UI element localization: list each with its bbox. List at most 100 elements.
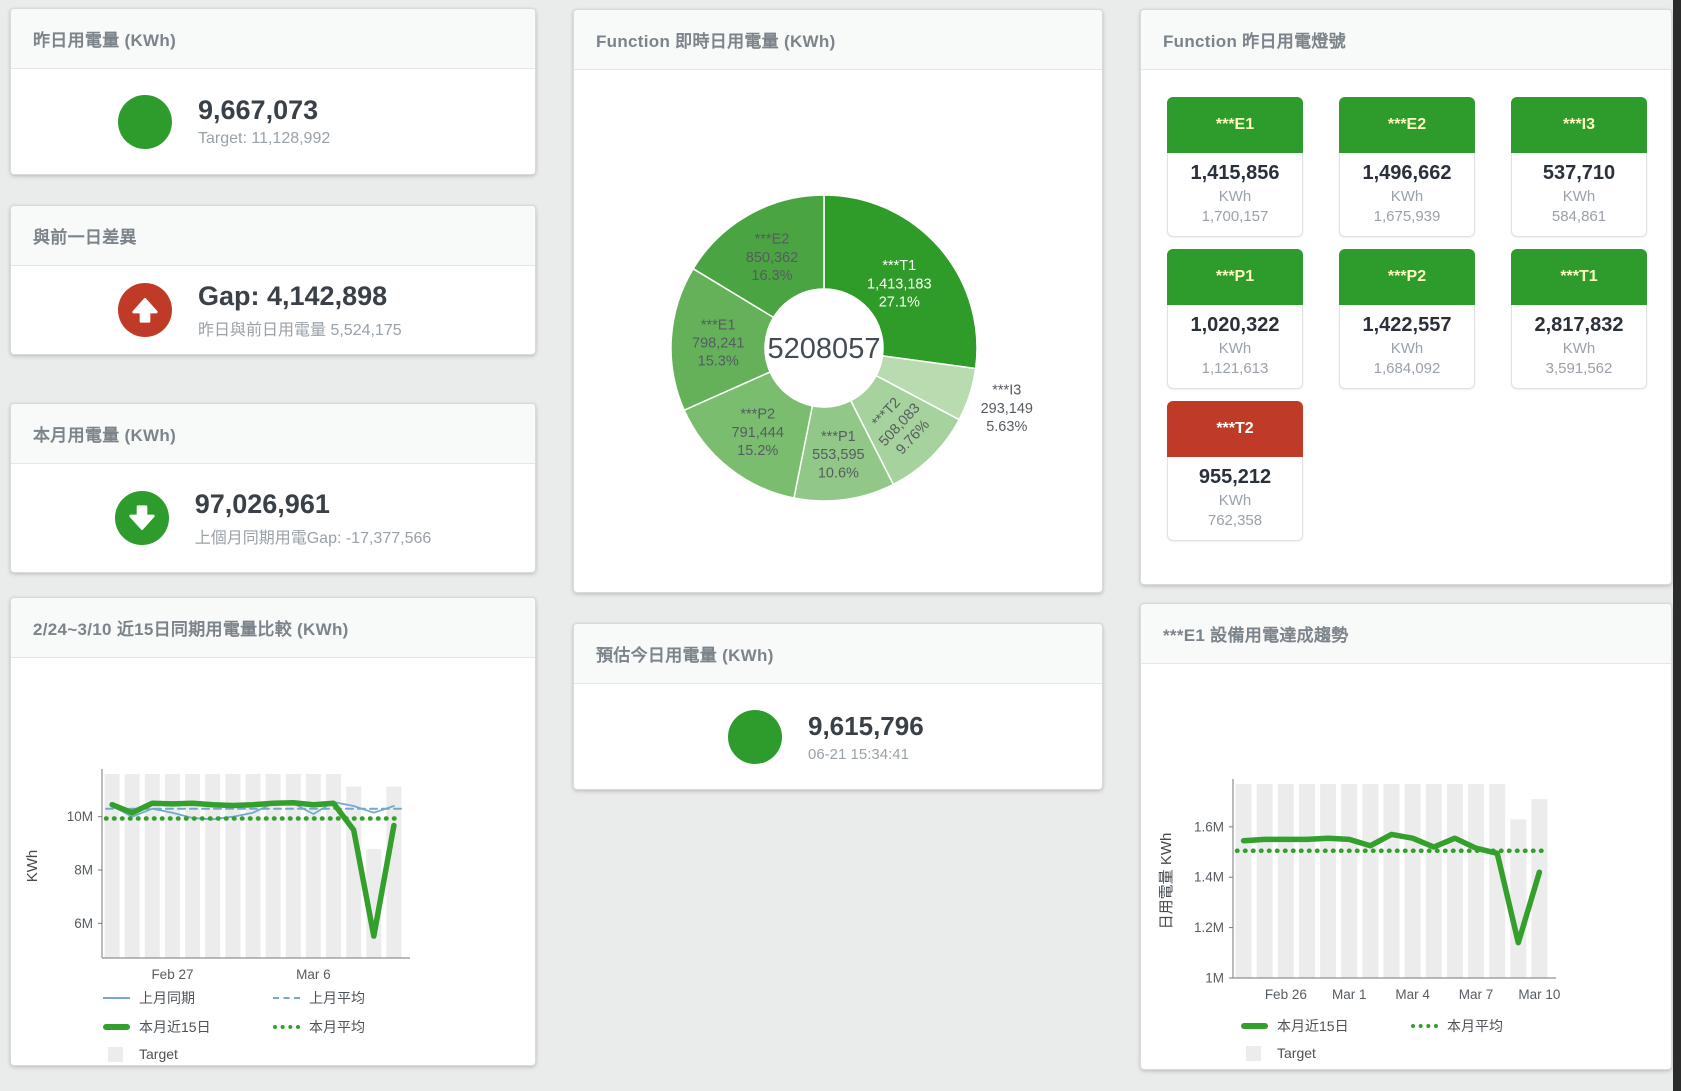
legend-item-[interactable]: 上月同期: [103, 988, 273, 1008]
status-card-e1: ***E1 1,415,856 KWh 1,700,157: [1167, 97, 1303, 237]
status-card-value: 1,020,322: [1170, 314, 1300, 337]
legend-label: 本月近15日: [139, 1017, 211, 1037]
status-card-body: 1,422,557 KWh 1,684,092: [1339, 305, 1475, 389]
panel-title: Function 昨日用電燈號: [1141, 10, 1671, 70]
status-card-value: 1,496,662: [1342, 162, 1472, 185]
donut-label-i3: ***I3293,1495.63%: [981, 383, 1033, 435]
y-tick-label: 1M: [1205, 971, 1224, 986]
status-card-body: 537,710KWh584,861: [1511, 153, 1647, 237]
legend-label: 本月平均: [309, 1017, 365, 1037]
status-card-target: 1,684,092: [1342, 360, 1472, 377]
month-usage-value: 97,026,961: [195, 489, 432, 520]
status-card-value: 2,817,832: [1514, 314, 1644, 337]
card-title: 2/24~3/10 近15日同期用電量比較 (KWh): [11, 598, 535, 658]
status-card-target: 1,121,613: [1170, 360, 1300, 377]
donut-chart: ***T11,413,18327.1%***I3293,1495.63%***T…: [574, 70, 1102, 592]
yesterday-usage-value: 9,667,073: [198, 95, 428, 126]
target-bars: [105, 774, 402, 958]
legend-label: Target: [1277, 1045, 1316, 1061]
status-card-value: 1,415,856: [1170, 162, 1300, 185]
y-tick-label: 10M: [67, 809, 93, 824]
x-tick-label: Mar 4: [1395, 987, 1430, 1002]
x-tick-label: Mar 10: [1518, 987, 1560, 1002]
x-tick-label: Mar 7: [1459, 987, 1494, 1002]
legend-item-target[interactable]: Target: [103, 1046, 273, 1062]
blue-line-swatch-icon: [103, 997, 130, 999]
y-tick-label: 1.2M: [1194, 920, 1224, 935]
gray-box-swatch-icon: [1246, 1046, 1261, 1061]
status-card-unit: KWh: [1342, 340, 1472, 357]
status-card-unit: KWh: [1170, 340, 1300, 357]
y-tick-label: 8M: [74, 863, 93, 878]
donut-center-total: 5208057: [768, 333, 881, 365]
legend-label: Target: [139, 1046, 178, 1062]
card-title: 本月用電量 (KWh): [11, 404, 535, 464]
day-gap-subtitle: 昨日與前日用電量 5,524,175: [198, 316, 428, 340]
y-axis-label: 日用電量 KWh: [1158, 833, 1175, 930]
green-thick-swatch-icon: [1241, 1023, 1268, 1029]
status-card-value: 537,710: [1514, 162, 1644, 185]
status-circle-icon: [728, 710, 782, 764]
legend-item-target[interactable]: Target: [1241, 1045, 1411, 1061]
e1-trend-legend: 本月近15日 本月平均 Target: [1241, 1016, 1581, 1061]
legend-item-15[interactable]: 本月近15日: [1241, 1016, 1411, 1036]
status-card-target: 762,358: [1170, 512, 1300, 529]
legend-item-[interactable]: 本月平均: [273, 1017, 443, 1037]
blue-dash-swatch-icon: [273, 997, 300, 999]
target-bars: [1236, 784, 1548, 978]
y-axis-label: KWh: [24, 850, 41, 883]
status-card-label: ***I3: [1511, 97, 1647, 153]
card-e1-trend-chart: ***E1 設備用電達成趨勢 1M1.2M1.4M1.6MFeb 26Mar 1…: [1140, 603, 1672, 1070]
legend-item-15[interactable]: 本月近15日: [103, 1017, 273, 1037]
status-card-unit: KWh: [1514, 188, 1644, 205]
status-card-unit: KWh: [1170, 188, 1300, 205]
x-tick-label: Feb 27: [151, 967, 193, 982]
legend-item-[interactable]: 本月平均: [1411, 1016, 1581, 1036]
status-card-label: ***E2: [1339, 97, 1475, 153]
status-card-label: ***E1: [1167, 97, 1303, 153]
card-estimate-today: 預估今日用電量 (KWh) 9,615,796 06-21 15:34:41: [573, 623, 1103, 790]
month-usage-gap: 上個月同期用電Gap: -17,377,566: [195, 524, 432, 548]
status-card-label: ***P1: [1167, 249, 1303, 305]
legend-label: 上月平均: [309, 988, 365, 1008]
status-card-t1: ***T12,817,832KWh3,591,562: [1511, 249, 1647, 389]
scrollbar[interactable]: [1673, 0, 1681, 1091]
status-card-body: 1,496,662KWh1,675,939: [1339, 153, 1475, 237]
status-card-body: 955,212KWh762,358: [1167, 457, 1303, 541]
status-card-target: 3,591,562: [1514, 360, 1644, 377]
status-card-i3: ***I3537,710KWh584,861: [1511, 97, 1647, 237]
x-tick-label: Mar 6: [296, 967, 331, 982]
x-tick-label: Feb 26: [1265, 987, 1307, 1002]
compare-chart: 6M 8M 10M Feb 27 Mar 6 KWh: [11, 744, 451, 999]
card-day-gap: 與前一日差異 Gap: 4,142,898 昨日與前日用電量 5,524,175: [10, 205, 536, 355]
card-title: 預估今日用電量 (KWh): [574, 624, 1102, 684]
y-tick-label: 1.6M: [1194, 819, 1224, 834]
status-card-body: 1,415,856 KWh 1,700,157: [1167, 153, 1303, 237]
legend-label: 本月近15日: [1277, 1016, 1349, 1036]
card-title: 與前一日差異: [11, 206, 535, 266]
card-yesterday-usage: 昨日用電量 (KWh) 9,667,073 Target: 11,128,992: [10, 8, 536, 175]
status-card-value: 1,422,557: [1342, 314, 1472, 337]
status-card-grid: ***E11,415,856KWh1,700,157***E21,496,662…: [1141, 70, 1671, 541]
status-card-p2: ***P2 1,422,557 KWh 1,684,092: [1339, 249, 1475, 389]
status-card-label: ***P2: [1339, 249, 1475, 305]
legend-item-[interactable]: 上月平均: [273, 988, 443, 1008]
status-card-target: 1,700,157: [1170, 208, 1300, 225]
compare-chart-legend: 上月同期 上月平均本月近15日 本月平均 Target: [103, 988, 443, 1062]
y-tick-label: 1.4M: [1194, 870, 1224, 885]
gray-box-swatch-icon: [108, 1047, 123, 1062]
status-card-target: 1,675,939: [1342, 208, 1472, 225]
card-realtime-donut: Function 即時日用電量 (KWh) ***T11,413,18327.1…: [573, 9, 1103, 593]
arrow-up-icon: [118, 283, 172, 337]
legend-label: 上月同期: [139, 988, 195, 1008]
legend-label: 本月平均: [1447, 1016, 1503, 1036]
card-compare-chart: 2/24~3/10 近15日同期用電量比較 (KWh) 6M 8M 10M Feb 2…: [10, 597, 536, 1066]
panel-status-lights: Function 昨日用電燈號 ***E1 1,415,856 KWh 1,700,1…: [1140, 9, 1672, 585]
green-dot-swatch-icon: [273, 1025, 300, 1029]
estimate-timestamp: 06-21 15:34:41: [808, 746, 1008, 763]
status-card-label: ***T2: [1167, 401, 1303, 457]
green-thick-swatch-icon: [103, 1024, 130, 1030]
x-tick-label: Mar 1: [1332, 987, 1367, 1002]
status-card-p1: ***P1 1,020,322 KWh 1,121,613: [1167, 249, 1303, 389]
y-tick-label: 6M: [74, 916, 93, 931]
